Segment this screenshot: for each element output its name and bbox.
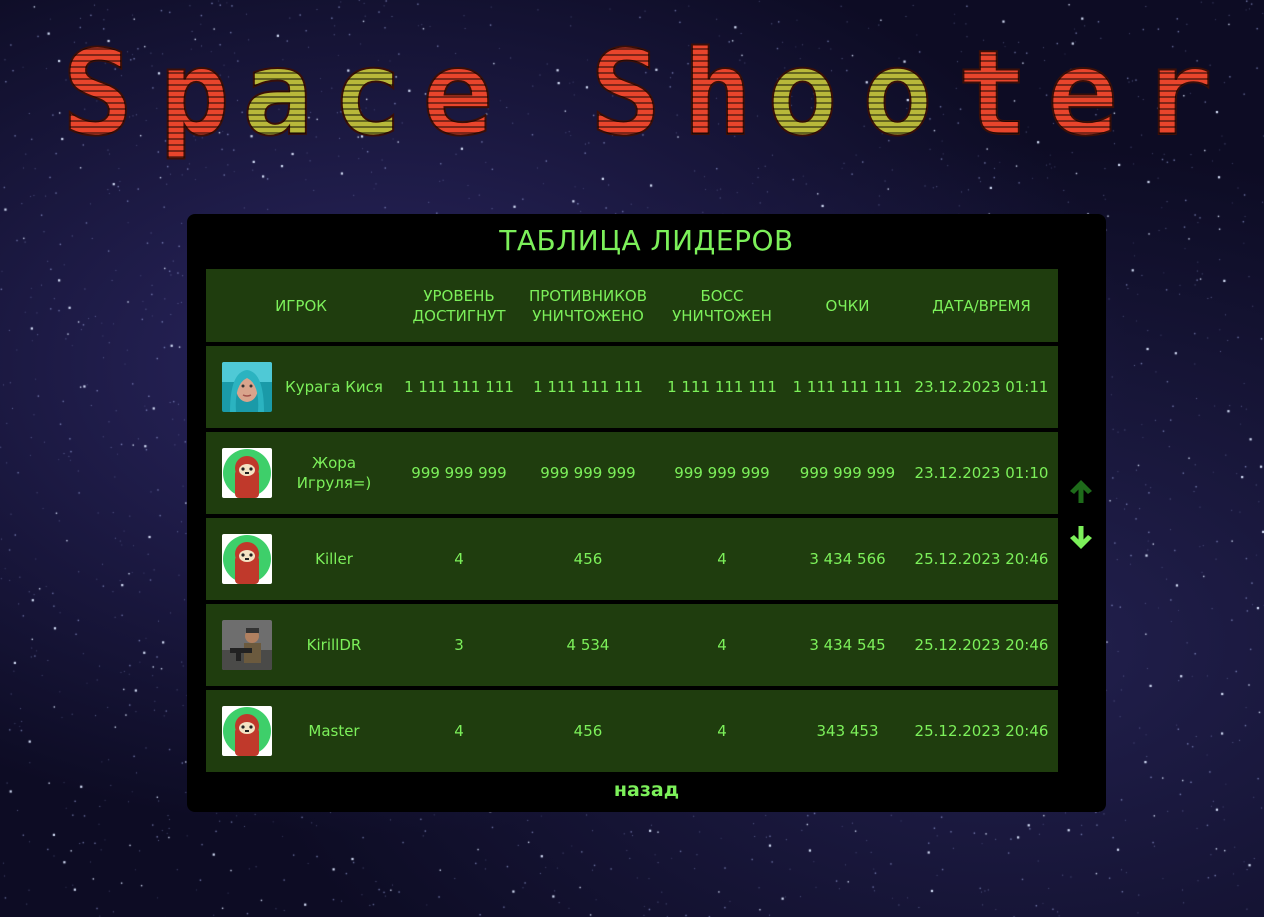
- player-avatar: [222, 534, 272, 584]
- datetime-cell: 25.12.2023 20:46: [914, 636, 1049, 654]
- column-header-score: ОЧКИ: [825, 296, 870, 315]
- level-cell: 4: [454, 550, 464, 568]
- table-row: Master 4 456 4 343 453 25.12.2023 20:46: [206, 690, 1058, 772]
- svg-text:S: S: [62, 30, 133, 162]
- column-header-level: УРОВЕНЬ ДОСТИГНУТ: [412, 286, 506, 325]
- level-cell: 999 999 999: [411, 464, 507, 482]
- player-avatar: [222, 448, 272, 498]
- player-avatar: [222, 706, 272, 756]
- arrow-up-icon[interactable]: [1066, 476, 1096, 506]
- column-header-datetime: ДАТА/ВРЕМЯ: [932, 296, 1031, 315]
- svg-text:e: e: [422, 30, 493, 162]
- svg-text:a: a: [242, 30, 313, 162]
- svg-text:S: S: [590, 30, 661, 162]
- leaderboard-panel: ТАБЛИЦА ЛИДЕРОВ ИГРОК УРОВЕНЬ ДОСТИГНУТ …: [187, 214, 1106, 812]
- player-avatar: [222, 362, 272, 412]
- enemies-cell: 1 111 111 111: [533, 378, 643, 396]
- player-cell: Killer: [206, 534, 396, 584]
- logo-letter: pp: [158, 30, 231, 163]
- table-row: Жора Игруля=) 999 999 999 999 999 999 999 9…: [206, 432, 1058, 514]
- score-cell: 343 453: [816, 722, 879, 740]
- arrow-down-icon[interactable]: [1066, 522, 1096, 552]
- enemies-cell: 456: [573, 550, 603, 568]
- logo-letter: oo: [766, 30, 839, 163]
- boss-cell: 4: [717, 722, 727, 740]
- logo-letter: oo: [861, 30, 934, 163]
- logo-letter: cc: [331, 30, 404, 163]
- player-cell: Master: [206, 706, 396, 756]
- svg-text:c: c: [332, 30, 403, 162]
- table-row: KirillDR 3 4 534 4 3 434 545 25.12.2023 20:46: [206, 604, 1058, 686]
- svg-text:e: e: [1047, 30, 1118, 162]
- level-cell: 1 111 111 111: [404, 378, 514, 396]
- boss-cell: 4: [717, 550, 727, 568]
- logo-letter: rr: [1141, 30, 1214, 163]
- logo-letter: SS: [589, 30, 662, 163]
- back-button[interactable]: назад: [187, 779, 1106, 801]
- boss-cell: 1 111 111 111: [667, 378, 777, 396]
- svg-text:p: p: [159, 30, 230, 162]
- datetime-cell: 23.12.2023 01:10: [914, 464, 1049, 482]
- player-name: KirillDR: [306, 636, 362, 654]
- score-cell: 999 999 999: [799, 464, 896, 482]
- player-cell: Курага Кися: [206, 362, 396, 412]
- game-logo: SS pp aa cc ee SS hh oo oo tt ee rr: [62, 30, 1214, 163]
- svg-text:r: r: [1142, 30, 1213, 162]
- enemies-cell: 4 534: [566, 636, 610, 654]
- datetime-cell: 25.12.2023 20:46: [914, 722, 1049, 740]
- player-name: Курага Кися: [285, 378, 383, 396]
- enemies-cell: 456: [573, 722, 603, 740]
- logo-letter: ee: [421, 30, 494, 163]
- boss-cell: 999 999 999: [674, 464, 770, 482]
- svg-text:o: o: [862, 30, 933, 162]
- logo-letter: ee: [1046, 30, 1119, 163]
- score-cell: 3 434 566: [809, 550, 886, 568]
- player-name: Жора Игруля=): [296, 454, 372, 492]
- logo-letter: aa: [241, 30, 314, 163]
- score-cell: 3 434 545: [809, 636, 886, 654]
- datetime-cell: 25.12.2023 20:46: [914, 550, 1049, 568]
- logo-letter: hh: [681, 30, 754, 163]
- player-name: Master: [308, 722, 360, 740]
- player-name: Killer: [315, 550, 353, 568]
- table-row: Killer 4 456 4 3 434 566 25.12.2023 20:46: [206, 518, 1058, 600]
- column-header-boss: БОСС УНИЧТОЖЕН: [672, 286, 772, 325]
- enemies-cell: 999 999 999: [540, 464, 636, 482]
- leaderboard-table: ИГРОК УРОВЕНЬ ДОСТИГНУТ ПРОТИВНИКОВ УНИЧ…: [206, 269, 1058, 776]
- column-header-enemies: ПРОТИВНИКОВ УНИЧТОЖЕНО: [528, 286, 648, 325]
- svg-text:h: h: [682, 30, 753, 162]
- svg-text:o: o: [767, 30, 838, 162]
- leaderboard-title: ТАБЛИЦА ЛИДЕРОВ: [499, 224, 794, 257]
- datetime-cell: 23.12.2023 01:11: [914, 378, 1049, 396]
- player-cell: Жора Игруля=): [206, 448, 396, 498]
- player-avatar: [222, 620, 272, 670]
- boss-cell: 4: [717, 636, 727, 654]
- level-cell: 4: [454, 722, 464, 740]
- svg-text:t: t: [957, 30, 1028, 162]
- score-cell: 1 111 111 111: [792, 378, 903, 396]
- column-header-player: ИГРОК: [275, 296, 327, 315]
- table-header: ИГРОК УРОВЕНЬ ДОСТИГНУТ ПРОТИВНИКОВ УНИЧ…: [206, 269, 1058, 342]
- table-row: Курага Кися 1 111 111 111 1 111 111 111 1 1…: [206, 346, 1058, 428]
- player-cell: KirillDR: [206, 620, 396, 670]
- logo-letter: SS: [62, 30, 134, 163]
- level-cell: 3: [454, 636, 464, 654]
- logo-letter: tt: [956, 30, 1029, 163]
